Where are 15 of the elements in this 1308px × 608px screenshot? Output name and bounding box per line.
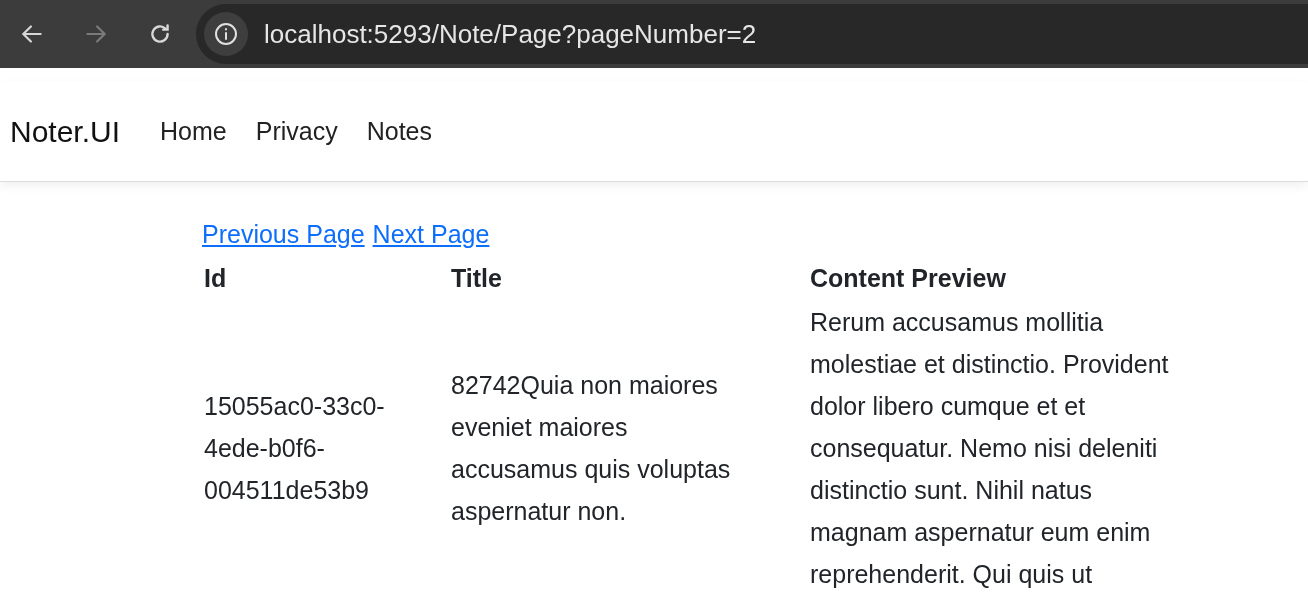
pager-link[interactable]: Next Page <box>372 216 490 254</box>
column-header: Id <box>203 262 228 294</box>
table-cell-text: 15055ac0-33c0-4ede-b0f6-004511de53b9 <box>203 391 386 506</box>
site-info-icon[interactable] <box>204 12 248 56</box>
column-header: Content Preview <box>809 262 1007 294</box>
nav-link[interactable]: Privacy <box>255 112 338 151</box>
nav-link[interactable]: Home <box>160 112 227 151</box>
table-cell-text: 82742Quia non maiores eveniet maiores accusamus quis voluptas aspernatur non. <box>450 370 732 527</box>
table-cell-text: Rerum accusamus mollitia molestiae et distinctio. Provident dolor libero cumque et et consequatur. Nemo nisi deleniti distinctio sunt. Nihil natus magnam aspernatur eum enim reprehenderit. Qui quis ut <box>809 307 1170 590</box>
nav-link[interactable]: Notes <box>366 112 432 151</box>
url-text: localhost:5293/Note/Page?pageNumber=2 <box>264 17 757 51</box>
brand-link[interactable]: Noter.UI <box>10 109 121 154</box>
pager-link[interactable]: Previous Page <box>202 216 365 254</box>
address-bar[interactable]: localhost:5293/Note/Page?pageNumber=2 <box>196 4 1308 64</box>
column-header: Title <box>450 262 503 294</box>
